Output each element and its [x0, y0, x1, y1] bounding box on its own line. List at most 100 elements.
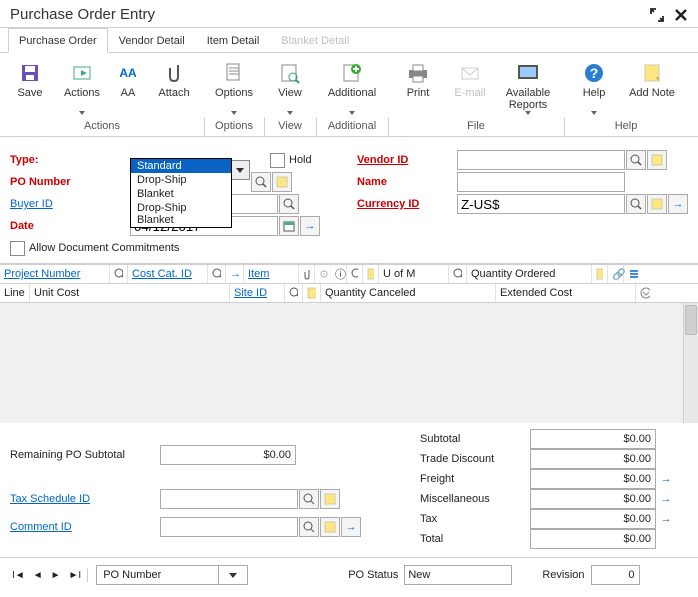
costcat-lookup-icon[interactable] [208, 265, 226, 283]
nav-prev-button[interactable]: ◄ [29, 570, 47, 581]
buyer-id-lookup-icon[interactable] [279, 194, 299, 214]
vendor-name-label: Name [357, 176, 457, 188]
po-number-note-icon[interactable] [272, 172, 292, 192]
add-note-button[interactable]: Add Note [620, 57, 684, 115]
vendor-id-input[interactable] [457, 150, 625, 170]
col-extended-cost[interactable]: Extended Cost [496, 284, 636, 302]
group-actions-label: Actions [0, 117, 205, 136]
maximize-icon[interactable] [650, 8, 664, 22]
freight-arrow-icon[interactable]: → [658, 471, 674, 487]
site-note-icon[interactable] [303, 284, 321, 302]
chevron-down-icon [231, 111, 237, 115]
vendor-name-input[interactable] [457, 172, 625, 192]
attach-button[interactable]: Attach [148, 57, 200, 115]
qty-link-icon[interactable]: 🔗 [608, 265, 624, 283]
col-unit-cost[interactable]: Unit Cost [30, 284, 230, 302]
nav-next-button[interactable]: ► [47, 570, 65, 581]
comment-id-input[interactable] [160, 517, 298, 537]
item-info-icon[interactable]: ⓘ [331, 265, 347, 283]
currency-note-icon[interactable] [647, 194, 667, 214]
grid-scroll-thumb[interactable] [685, 305, 697, 335]
comment-note-icon[interactable] [320, 517, 340, 537]
type-option-blanket[interactable]: Blanket [131, 187, 231, 201]
vendor-id-lookup-icon[interactable] [626, 150, 646, 170]
col-cost-cat[interactable]: Cost Cat. ID [128, 265, 208, 283]
nav-field-combo[interactable]: PO Number [96, 565, 248, 585]
expand-rows-icon[interactable] [624, 265, 642, 283]
tax-schedule-input[interactable] [160, 489, 298, 509]
chevron-down-icon[interactable] [218, 566, 247, 584]
col-item[interactable]: Item [244, 265, 299, 283]
options-button[interactable]: Options [208, 57, 260, 115]
col-line[interactable]: Line [0, 284, 30, 302]
additional-button[interactable]: Additional [320, 57, 384, 115]
col-site-id[interactable]: Site ID [230, 284, 285, 302]
nav-field-label: PO Number [97, 569, 218, 581]
save-icon [18, 61, 42, 85]
qty-note-icon[interactable] [592, 265, 608, 283]
date-label: Date [10, 220, 130, 232]
close-icon[interactable] [674, 8, 688, 22]
help-button[interactable]: ? Help [568, 57, 620, 115]
comment-id-label[interactable]: Comment ID [10, 521, 160, 533]
type-dropdown-button[interactable] [230, 160, 250, 180]
project-lookup-icon[interactable] [110, 265, 128, 283]
tax-schedule-note-icon[interactable] [320, 489, 340, 509]
item-lookup-icon[interactable] [347, 265, 363, 283]
aa-button[interactable]: AA AA [108, 57, 148, 115]
comment-lookup-icon[interactable] [299, 517, 319, 537]
type-dropdown-list[interactable]: Standard Drop-Ship Blanket Drop-Ship Bla… [130, 158, 232, 228]
collapse-rows-icon[interactable] [636, 284, 654, 302]
hold-checkbox[interactable] [270, 153, 285, 168]
misc-value[interactable]: $0.00 [530, 489, 656, 509]
chevron-down-icon [591, 111, 597, 115]
nav-first-button[interactable]: I◄ [8, 570, 29, 581]
group-additional-label: Additional [316, 117, 389, 136]
type-option-dropship-blanket[interactable]: Drop-Ship Blanket [131, 201, 231, 227]
trade-discount-label: Trade Discount [420, 453, 530, 465]
allow-doc-label: Allow Document Commitments [29, 242, 179, 254]
calendar-icon[interactable] [279, 216, 299, 236]
view-button[interactable]: View [268, 57, 312, 115]
grid-scrollbar[interactable] [683, 303, 698, 423]
available-reports-button[interactable]: Available Reports [496, 57, 560, 115]
po-number-lookup-icon[interactable] [251, 172, 271, 192]
site-lookup-icon[interactable] [285, 284, 303, 302]
print-button[interactable]: Print [392, 57, 444, 115]
tax-schedule-lookup-icon[interactable] [299, 489, 319, 509]
col-project-number[interactable]: Project Number [0, 265, 110, 283]
costcat-arrow-icon[interactable]: → [226, 265, 244, 283]
date-arrow-icon[interactable]: → [300, 216, 320, 236]
chevron-down-icon [349, 111, 355, 115]
currency-arrow-icon[interactable]: → [668, 194, 688, 214]
type-option-standard[interactable]: Standard [131, 159, 231, 173]
item-paperclip-icon[interactable] [299, 265, 315, 283]
col-qty-ordered[interactable]: Quantity Ordered [467, 265, 592, 283]
vendor-id-note-icon[interactable] [647, 150, 667, 170]
tax-schedule-label[interactable]: Tax Schedule ID [10, 493, 160, 505]
currency-id-label[interactable]: Currency ID [357, 198, 457, 210]
grid-body[interactable] [0, 303, 698, 423]
currency-lookup-icon[interactable] [626, 194, 646, 214]
uofm-lookup-icon[interactable] [449, 265, 467, 283]
misc-arrow-icon[interactable]: → [658, 491, 674, 507]
type-option-dropship[interactable]: Drop-Ship [131, 173, 231, 187]
tab-purchase-order[interactable]: Purchase Order [8, 28, 108, 53]
tab-vendor-detail[interactable]: Vendor Detail [108, 28, 196, 53]
freight-value[interactable]: $0.00 [530, 469, 656, 489]
comment-arrow-icon[interactable]: → [341, 517, 361, 537]
currency-id-input[interactable] [457, 194, 625, 214]
buyer-id-label[interactable]: Buyer ID [10, 198, 130, 210]
nav-last-button[interactable]: ►I [65, 570, 86, 581]
tax-arrow-icon[interactable]: → [658, 511, 674, 527]
tab-item-detail[interactable]: Item Detail [196, 28, 271, 53]
save-button[interactable]: Save [4, 57, 56, 115]
allow-doc-checkbox[interactable] [10, 241, 25, 256]
vendor-id-label[interactable]: Vendor ID [357, 154, 457, 166]
col-uofm[interactable]: U of M [379, 265, 449, 283]
col-qty-canceled[interactable]: Quantity Canceled [321, 284, 496, 302]
tax-value[interactable]: $0.00 [530, 509, 656, 529]
actions-button[interactable]: Actions [56, 57, 108, 115]
remaining-subtotal-value: $0.00 [160, 445, 296, 465]
item-note-icon[interactable] [363, 265, 379, 283]
